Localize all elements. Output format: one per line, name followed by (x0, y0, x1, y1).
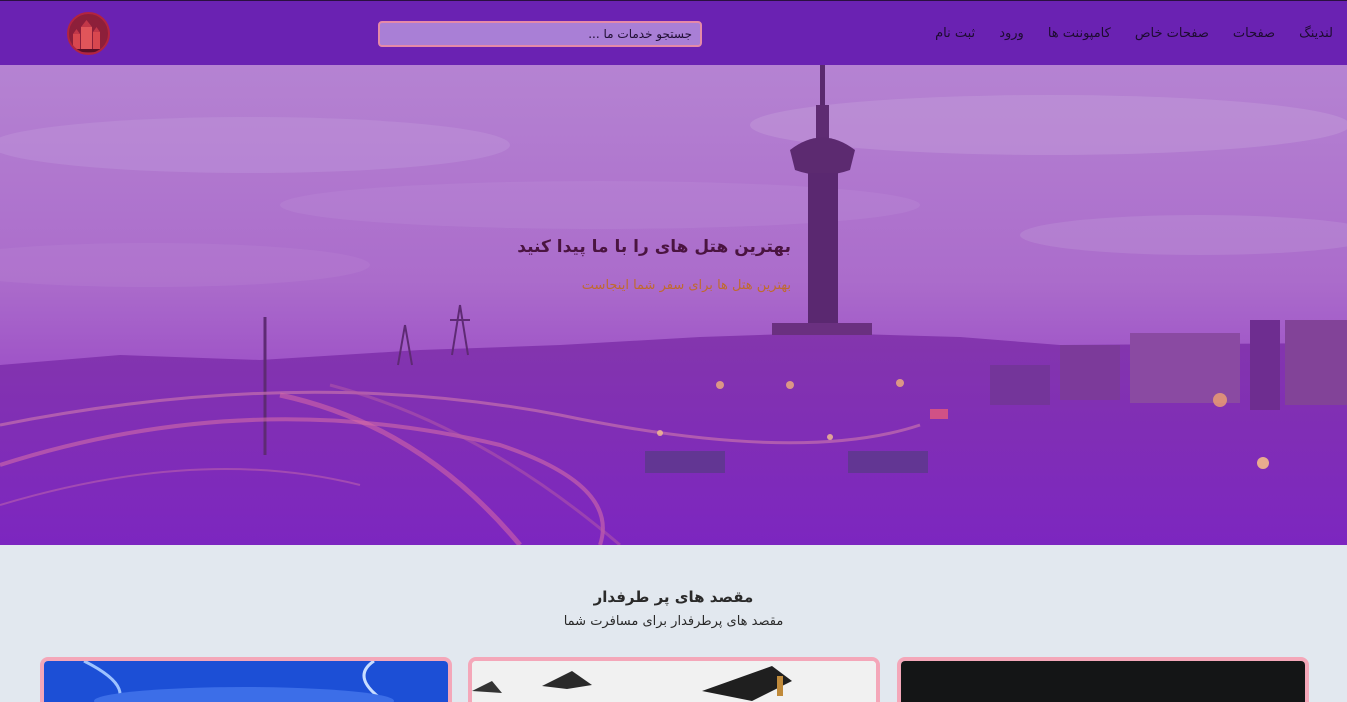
nav-pages[interactable]: صفحات (1233, 26, 1275, 41)
search-box (378, 21, 702, 47)
destination-image (472, 661, 876, 702)
search-input[interactable] (380, 23, 700, 45)
logo-graphic (69, 15, 107, 53)
destinations-header: مقصد های پر طرفدار مقصد های پرطرفدار برا… (0, 588, 1347, 629)
nav-components[interactable]: کامپوننت ها (1048, 26, 1111, 41)
top-navbar: لندینگ صفحات صفحات خاص کامپوننت ها ورود … (0, 0, 1347, 65)
nav-login[interactable]: ورود (999, 26, 1024, 41)
hero-banner: بهترین هتل های را با ما پیدا کنید بهترین… (0, 65, 1347, 545)
nav-landing[interactable]: لندینگ (1299, 26, 1333, 41)
destination-card[interactable] (40, 657, 452, 702)
destination-image (901, 661, 1305, 702)
destination-card[interactable] (468, 657, 880, 702)
nav-register[interactable]: ثبت نام (935, 26, 975, 41)
nav-special-pages[interactable]: صفحات خاص (1135, 26, 1209, 41)
hotel-logo-icon[interactable] (67, 12, 110, 55)
hero-cityscape-image (0, 65, 1347, 545)
destinations-title: مقصد های پر طرفدار (593, 588, 754, 606)
main-nav: لندینگ صفحات صفحات خاص کامپوننت ها ورود … (911, 1, 1333, 66)
hero-subtitle: بهترین هتل ها برای سفر شما اینجاست (581, 278, 791, 293)
hero-text: بهترین هتل های را با ما پیدا کنید بهترین… (517, 237, 791, 293)
destination-card[interactable] (897, 657, 1309, 702)
destinations-subtitle: مقصد های پرطرفدار برای مسافرت شما (563, 614, 784, 629)
destination-image (44, 661, 448, 702)
hero-title: بهترین هتل های را با ما پیدا کنید (517, 237, 791, 257)
